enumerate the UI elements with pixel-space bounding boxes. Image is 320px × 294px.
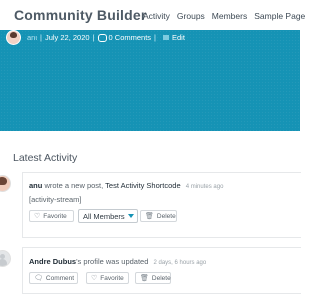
nav-item-activity[interactable]: Activity <box>143 11 170 21</box>
delete-button[interactable]: 🗑 Delete <box>140 210 177 222</box>
post-comments-link[interactable]: 0 Comments <box>109 33 152 42</box>
chevron-down-icon <box>127 214 134 218</box>
post-author-link[interactable]: anu <box>27 33 37 42</box>
comment-label: Comment <box>45 274 75 282</box>
activity-avatar[interactable] <box>0 175 11 192</box>
activity-content: [activity-stream] <box>29 195 82 204</box>
post-edit-link[interactable]: Edit <box>172 33 185 42</box>
nav-item-members[interactable]: Members <box>212 11 247 21</box>
site-title[interactable]: Community Builder <box>14 7 147 23</box>
nav-item-sample-page[interactable]: Sample Page <box>254 11 305 21</box>
meta-separator: | <box>92 33 95 42</box>
post-hero-banner: anu | July 22, 2020 | 0 Comments | Edit <box>0 30 300 131</box>
favorite-label: Favorite <box>43 212 67 220</box>
delete-label: Delete <box>151 274 171 282</box>
activity-author-link[interactable]: Andre Dubus <box>29 257 76 266</box>
comment-icon <box>97 33 107 42</box>
delete-label: Delete <box>156 212 176 220</box>
comment-button[interactable]: 🗨 Comment <box>29 272 78 284</box>
heart-icon: ♡ <box>91 275 98 282</box>
activity-object-link[interactable]: Test Activity Shortcode <box>105 181 180 190</box>
visibility-select[interactable]: All Members <box>78 209 138 223</box>
activity-item: Andre Dubus's profile was updated 2 days… <box>22 247 301 294</box>
post-meta: anu | July 22, 2020 | 0 Comments | Edit <box>6 30 185 45</box>
activity-action-text: 's profile was updated <box>76 257 149 266</box>
visibility-selected-value: All Members <box>83 211 125 221</box>
activity-action-text: wrote a new post, <box>44 181 104 190</box>
comment-icon: 🗨 <box>34 275 43 282</box>
favorite-label: Favorite <box>100 274 124 282</box>
meta-separator: | <box>40 33 42 42</box>
activity-author-link[interactable]: anu <box>29 181 42 190</box>
favorite-button[interactable]: ♡ Favorite <box>29 210 74 222</box>
activity-timestamp[interactable]: 2 days, 6 hours ago <box>154 260 207 266</box>
favorite-button[interactable]: ♡ Favorite <box>86 272 129 284</box>
edit-icon <box>163 35 169 40</box>
trash-icon: 🗑 <box>140 275 149 282</box>
activity-header: anu wrote a new post, Test Activity Shor… <box>29 181 223 190</box>
site-header: Community Builder Activity Groups Member… <box>0 0 305 30</box>
post-date[interactable]: July 22, 2020 <box>45 33 90 42</box>
activity-avatar[interactable] <box>0 250 11 267</box>
main-nav: Activity Groups Members Sample Page <box>143 11 305 21</box>
activity-header: Andre Dubus's profile was updated 2 days… <box>29 257 206 266</box>
latest-activity-heading: Latest Activity <box>13 152 78 164</box>
trash-icon: 🗑 <box>145 213 154 220</box>
nav-item-groups[interactable]: Groups <box>177 11 205 21</box>
author-avatar[interactable] <box>6 30 21 45</box>
meta-separator: | <box>154 33 156 42</box>
heart-icon: ♡ <box>34 213 41 220</box>
activity-timestamp[interactable]: 4 minutes ago <box>186 184 224 190</box>
activity-item: anu wrote a new post, Test Activity Shor… <box>22 172 301 238</box>
delete-button[interactable]: 🗑 Delete <box>135 272 171 284</box>
